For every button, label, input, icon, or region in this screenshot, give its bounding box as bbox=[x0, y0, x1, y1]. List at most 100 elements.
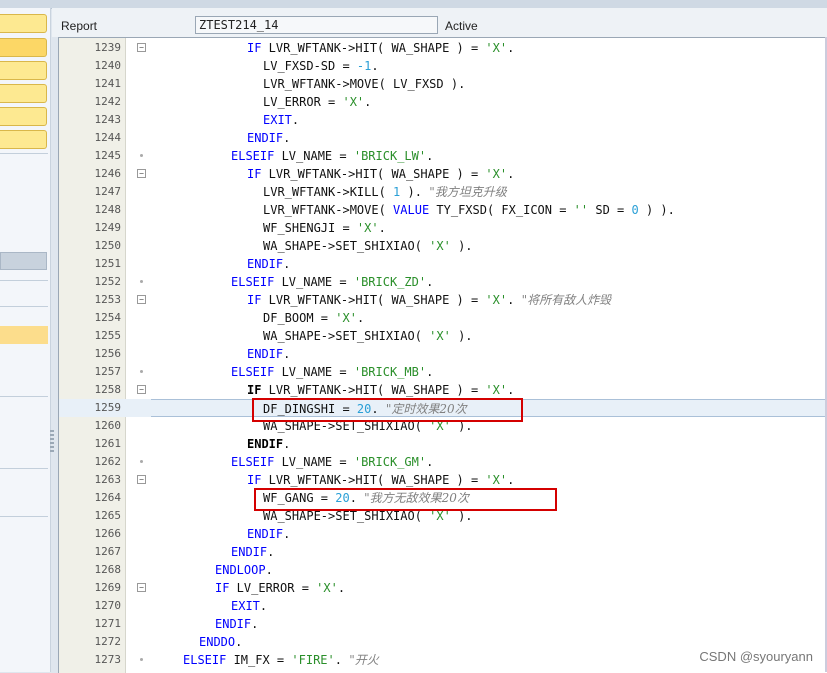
code-text: EXIT. bbox=[231, 597, 267, 615]
code-token: 'X' bbox=[485, 293, 508, 307]
code-token: . bbox=[267, 545, 275, 559]
code-token: IF bbox=[247, 473, 262, 487]
code-text-area: IF LVR_WFTANK->HIT( WA_SHAPE ) = 'X'. "将… bbox=[151, 291, 827, 309]
code-token: 'X' bbox=[485, 383, 508, 397]
code-line[interactable]: 1248 LVR_WFTANK->MOVE( VALUE TY_FXSD( FX_… bbox=[59, 201, 827, 219]
code-token: 'BRICK_LW' bbox=[353, 149, 427, 163]
code-line[interactable]: 1262 ELSEIF LV_NAME = 'BRICK_GM'. bbox=[59, 453, 827, 471]
code-text-area: IF LVR_WFTANK->HIT( WA_SHAPE ) = 'X'. bbox=[151, 381, 827, 399]
code-line[interactable]: 1253 − IF LVR_WFTANK->HIT( WA_SHAPE ) = 'X… bbox=[59, 291, 827, 309]
line-number: 1257 bbox=[94, 365, 122, 378]
code-line[interactable]: 1270 EXIT. bbox=[59, 597, 827, 615]
code-line[interactable]: 1268 ENDLOOP. bbox=[59, 561, 827, 579]
code-line[interactable]: 1255 WA_SHAPE->SET_SHIXIAO( 'X' ). bbox=[59, 327, 827, 345]
line-number: 1253 bbox=[94, 293, 122, 306]
code-editor[interactable]: 1239 − IF LVR_WFTANK->HIT( WA_SHAPE ) = 'X… bbox=[58, 37, 827, 673]
line-number: 1259 bbox=[94, 401, 122, 414]
nav-button-1[interactable] bbox=[0, 14, 47, 33]
code-line[interactable]: 1240 LV_FXSD-SD = -1. bbox=[59, 57, 827, 75]
code-token: EXIT bbox=[231, 599, 260, 613]
code-line[interactable]: 1242 LV_ERROR = 'X'. bbox=[59, 93, 827, 111]
line-number: 1272 bbox=[94, 635, 122, 648]
nav-divider bbox=[0, 280, 48, 281]
splitter-handle[interactable] bbox=[50, 430, 54, 454]
code-text: ENDDO. bbox=[199, 633, 242, 651]
code-text: IF LVR_WFTANK->HIT( WA_SHAPE ) = 'X'. "将… bbox=[247, 291, 611, 309]
code-line[interactable]: 1246 − IF LVR_WFTANK->HIT( WA_SHAPE ) = 'X… bbox=[59, 165, 827, 183]
nav-button-5[interactable] bbox=[0, 107, 47, 126]
code-line[interactable]: 1263 − IF LVR_WFTANK->HIT( WA_SHAPE ) = 'X… bbox=[59, 471, 827, 489]
code-token: VALUE bbox=[393, 203, 430, 217]
code-token: . bbox=[507, 167, 515, 181]
collapse-block-icon[interactable]: − bbox=[137, 43, 146, 52]
code-token: ELSEIF bbox=[231, 149, 275, 163]
nav-divider bbox=[0, 468, 48, 469]
code-line[interactable]: 1266 ENDIF. bbox=[59, 525, 827, 543]
code-line[interactable]: 1241 LVR_WFTANK->MOVE( LV_FXSD ). bbox=[59, 75, 827, 93]
line-number: 1242 bbox=[94, 95, 122, 108]
code-line[interactable]: 1251 ENDIF. bbox=[59, 255, 827, 273]
nav-button-2[interactable] bbox=[0, 38, 47, 57]
code-text-area: ENDIF. bbox=[151, 129, 827, 147]
line-number: 1240 bbox=[94, 59, 122, 72]
code-token: ELSEIF bbox=[183, 653, 227, 667]
code-text-area: IF LV_ERROR = 'X'. bbox=[151, 579, 827, 597]
code-token: 0 bbox=[631, 203, 639, 217]
nav-button-3[interactable] bbox=[0, 61, 47, 80]
code-line[interactable]: 1257 ELSEIF LV_NAME = 'BRICK_MB'. bbox=[59, 363, 827, 381]
code-line[interactable]: 1244 ENDIF. bbox=[59, 129, 827, 147]
code-token: ENDIF bbox=[247, 131, 284, 145]
code-line[interactable]: 1261 ENDIF. bbox=[59, 435, 827, 453]
code-line[interactable]: 1256 ENDIF. bbox=[59, 345, 827, 363]
code-token: . bbox=[265, 563, 273, 577]
code-line[interactable]: 1243 EXIT. bbox=[59, 111, 827, 129]
code-line[interactable]: 1269 − IF LV_ERROR = 'X'. bbox=[59, 579, 827, 597]
code-line[interactable]: 1252 ELSEIF LV_NAME = 'BRICK_ZD'. bbox=[59, 273, 827, 291]
code-token: . bbox=[259, 599, 268, 613]
code-text: ENDIF. bbox=[247, 435, 290, 453]
line-number: 1266 bbox=[94, 527, 122, 540]
code-text: WF_SHENGJI = 'X'. bbox=[263, 219, 386, 237]
code-token: . bbox=[291, 113, 300, 127]
code-line[interactable]: 1239 − IF LVR_WFTANK->HIT( WA_SHAPE ) = 'X… bbox=[59, 39, 827, 57]
code-line[interactable]: 1249 WF_SHENGJI = 'X'. bbox=[59, 219, 827, 237]
collapse-block-icon[interactable]: − bbox=[137, 385, 146, 394]
code-text-area: EXIT. bbox=[151, 111, 827, 129]
nav-tree-selected-node[interactable] bbox=[0, 326, 48, 344]
code-line[interactable]: 1250 WA_SHAPE->SET_SHIXIAO( 'X' ). bbox=[59, 237, 827, 255]
code-line[interactable]: 1247 LVR_WFTANK->KILL( 1 ). "我方坦克升级 bbox=[59, 183, 827, 201]
code-text: LVR_WFTANK->MOVE( VALUE TY_FXSD( FX_ICON… bbox=[263, 201, 675, 219]
program-name-field[interactable]: ZTEST214_14 bbox=[195, 16, 438, 34]
collapse-block-icon[interactable]: − bbox=[137, 583, 146, 592]
code-token: 'X' bbox=[335, 311, 357, 325]
code-line[interactable]: 1245 ELSEIF LV_NAME = 'BRICK_LW'. bbox=[59, 147, 827, 165]
report-label: Report bbox=[61, 19, 98, 33]
code-line[interactable]: 1258 − IF LVR_WFTANK->HIT( WA_SHAPE ) = 'X… bbox=[59, 381, 827, 399]
code-text-area: WF_SHENGJI = 'X'. bbox=[151, 219, 827, 237]
code-text-area: ELSEIF LV_NAME = 'BRICK_MB'. bbox=[151, 363, 827, 381]
collapse-block-icon[interactable]: − bbox=[137, 475, 146, 484]
highlight-box-gang bbox=[254, 488, 557, 511]
code-token: 'X' bbox=[342, 95, 365, 109]
code-token: . bbox=[426, 365, 434, 379]
code-token: 'X' bbox=[485, 473, 508, 487]
line-number: 1258 bbox=[94, 383, 122, 396]
code-text-area: LVR_WFTANK->KILL( 1 ). "我方坦克升级 bbox=[151, 183, 827, 201]
collapse-block-icon[interactable]: − bbox=[137, 169, 146, 178]
nav-button-4[interactable] bbox=[0, 84, 47, 103]
code-token: IF bbox=[215, 581, 230, 595]
nav-tree-header[interactable] bbox=[0, 252, 47, 270]
code-line[interactable]: 1271 ENDIF. bbox=[59, 615, 827, 633]
code-token: 'BRICK_GM' bbox=[353, 455, 427, 469]
line-number: 1252 bbox=[94, 275, 122, 288]
code-text: LV_FXSD-SD = -1. bbox=[263, 57, 379, 75]
code-token: . bbox=[337, 581, 346, 595]
code-text: WA_SHAPE->SET_SHIXIAO( 'X' ). bbox=[263, 327, 473, 345]
code-text: ENDIF. bbox=[247, 255, 290, 273]
code-line[interactable]: 1254 DF_BOOM = 'X'. bbox=[59, 309, 827, 327]
code-line[interactable]: 1267 ENDIF. bbox=[59, 543, 827, 561]
code-token: . bbox=[378, 221, 386, 235]
collapse-block-icon[interactable]: − bbox=[137, 295, 146, 304]
code-token: 'X' bbox=[485, 167, 508, 181]
nav-button-6[interactable] bbox=[0, 130, 47, 149]
